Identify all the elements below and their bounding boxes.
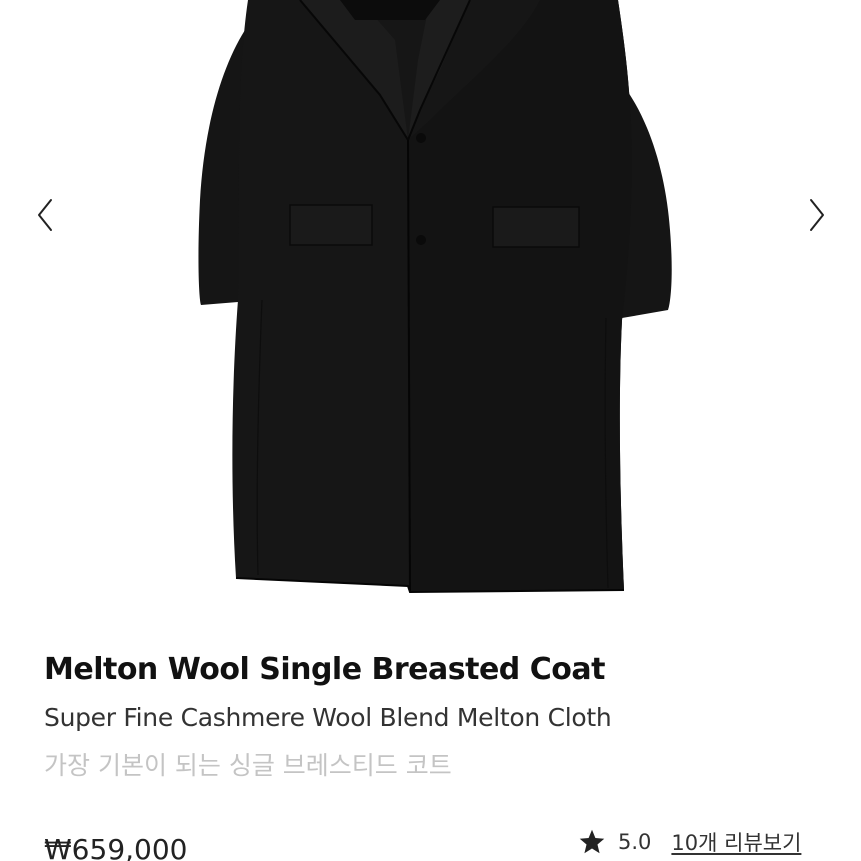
product-page: Melton Wool Single Breasted Coat Super F… bbox=[0, 0, 861, 861]
product-title: Melton Wool Single Breasted Coat bbox=[44, 652, 605, 687]
chevron-right-icon bbox=[810, 199, 824, 231]
rating-value: 5.0 bbox=[618, 830, 652, 854]
star-icon bbox=[579, 829, 605, 854]
coat-product-image bbox=[198, 0, 672, 594]
gallery-prev-button[interactable] bbox=[28, 190, 62, 240]
product-description: 가장 기본이 되는 싱글 브레스티드 코트 bbox=[44, 751, 452, 780]
view-reviews-link[interactable]: 10개 리뷰보기 bbox=[671, 827, 801, 857]
product-price: ₩659,000 bbox=[44, 833, 188, 861]
rating-summary: 5.0 10개 리뷰보기 bbox=[578, 824, 801, 860]
chevron-left-icon bbox=[38, 199, 52, 231]
gallery-next-button[interactable] bbox=[800, 190, 834, 240]
product-info: Melton Wool Single Breasted Coat Super F… bbox=[44, 645, 824, 791]
product-subtitle: Super Fine Cashmere Wool Blend Melton Cl… bbox=[44, 703, 612, 732]
product-image-gallery[interactable] bbox=[0, 0, 861, 620]
